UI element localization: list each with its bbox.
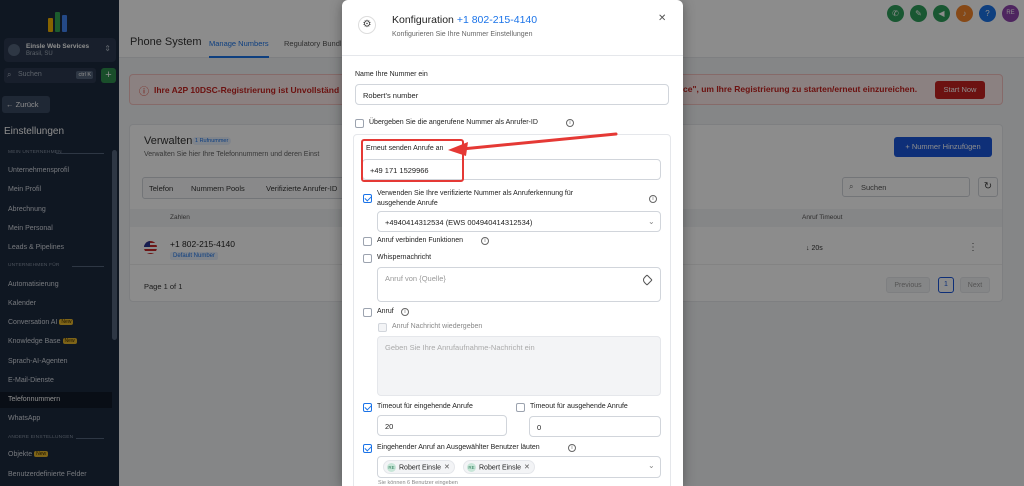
incoming-timeout-checkbox[interactable] [363,403,372,412]
modal-subtitle: Konfigurieren Sie Ihre Nummer Einstellun… [392,31,533,38]
info-icon[interactable]: i [566,119,574,127]
users-hint: Sie können 6 Benutzer eingeben [378,480,458,486]
outgoing-timeout-checkbox[interactable] [516,403,525,412]
info-icon[interactable]: i [649,195,657,203]
whisper-checkbox[interactable] [363,254,372,263]
remove-icon[interactable]: ✕ [524,464,530,471]
incoming-timeout-label: Timeout für eingehende Anrufe [377,403,473,410]
ring-users-checkbox[interactable] [363,444,372,453]
user-chip[interactable]: RE Robert Einsle ✕ [463,460,535,474]
pass-caller-id-label: Übergeben Sie die angerufene Nummer als … [369,119,538,126]
incoming-timeout-input[interactable]: 20 [377,415,507,436]
close-icon[interactable]: ✕ [658,13,666,24]
user-chip[interactable]: RE Robert Einsle ✕ [383,460,455,474]
verified-label-line1: Verwenden Sie Ihre verifizierte Nummer a… [377,190,574,197]
ring-users-label: Eingehender Anruf an Ausgewählter Benutz… [377,444,540,451]
outgoing-timeout-input[interactable]: 0 [529,416,661,437]
number-name-input[interactable]: Robert's number [355,84,669,105]
connect-features-checkbox[interactable] [363,237,372,246]
verified-number-select[interactable]: +4940414312534 (EWS 004940414312534) [377,211,661,232]
info-icon[interactable]: i [401,308,409,316]
modal-title: Konfiguration +1 802-215-4140 [392,14,538,26]
gear-icon: ⚙ [358,16,376,34]
name-label: Name Ihre Nummer ein [355,71,428,78]
user-avatar: RE [387,463,396,472]
play-message-checkbox[interactable] [378,323,387,332]
user-avatar: RE [467,463,476,472]
use-verified-number-checkbox[interactable] [363,194,372,203]
divider [342,55,683,56]
info-icon[interactable]: i [568,444,576,452]
chevron-down-icon: ⌄ [648,217,655,226]
pass-caller-id-checkbox[interactable] [355,119,364,128]
remove-icon[interactable]: ✕ [444,464,450,471]
connect-features-label: Anruf verbinden Funktionen [377,237,463,244]
play-message-label: Anruf Nachricht wiedergeben [392,323,483,330]
verified-label-line2: ausgehende Anrufe [377,200,438,207]
info-icon[interactable]: i [481,237,489,245]
chevron-down-icon: ⌄ [648,461,655,470]
whisper-message-input[interactable]: Anruf von {Quelle} [377,267,661,302]
call-checkbox[interactable] [363,308,372,317]
call-label: Anruf [377,308,394,315]
whisper-label: Whispernachricht [377,254,432,261]
red-arrow-annotation [448,132,618,156]
outgoing-timeout-label: Timeout für ausgehende Anrufe [530,403,628,410]
record-message-input[interactable]: Geben Sie Ihre Anrufaufnahme-Nachricht e… [377,336,661,396]
